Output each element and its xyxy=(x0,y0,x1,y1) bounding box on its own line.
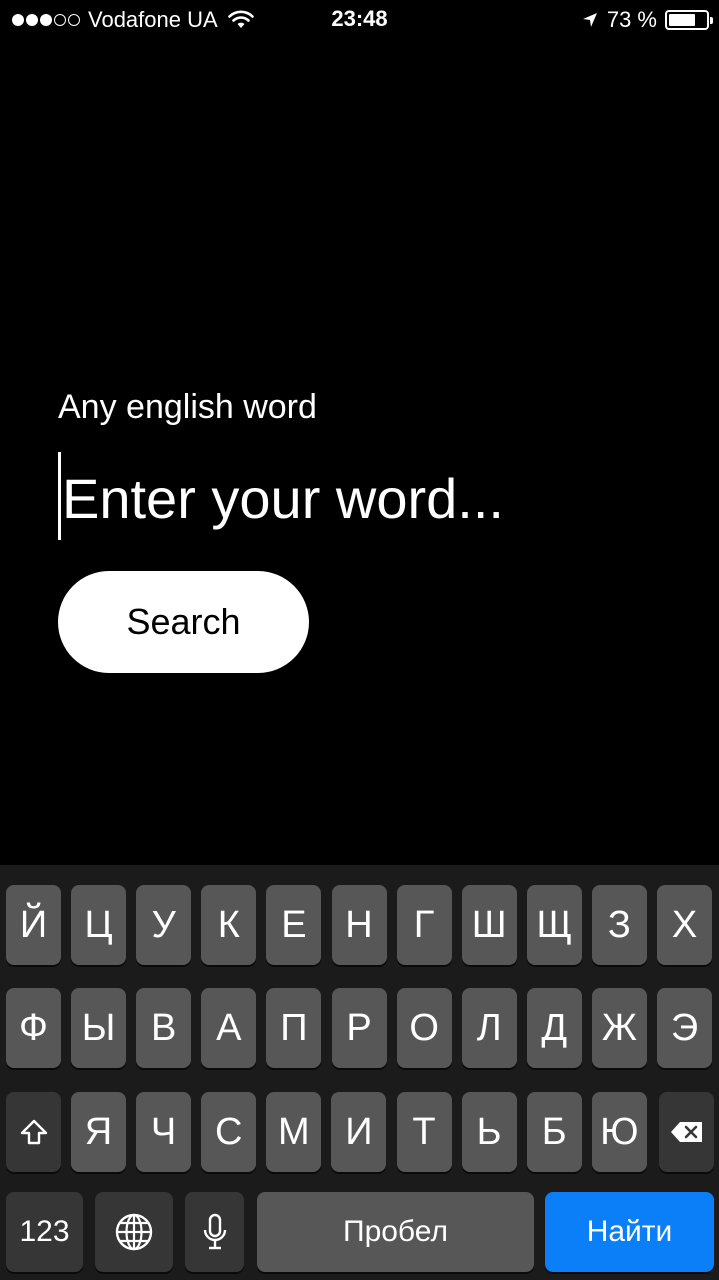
input-label: Any english word xyxy=(58,388,317,426)
key-5[interactable]: П xyxy=(266,988,322,1068)
app-screen: Vodafone UA 23:48 73 % Any english word … xyxy=(0,0,719,1280)
key-1[interactable]: Ф xyxy=(6,988,61,1068)
key-11[interactable]: Х xyxy=(657,885,712,965)
key-3[interactable]: В xyxy=(136,988,192,1068)
key-7[interactable]: О xyxy=(396,988,452,1068)
globe-key[interactable] xyxy=(95,1192,173,1272)
key-8[interactable]: Л xyxy=(461,988,517,1068)
key-4[interactable]: А xyxy=(201,988,257,1068)
key-4[interactable]: М xyxy=(266,1092,322,1172)
battery-icon xyxy=(665,10,713,30)
space-key[interactable]: Пробел xyxy=(257,1192,534,1272)
key-5[interactable]: Е xyxy=(266,885,322,965)
location-arrow-icon xyxy=(582,13,597,27)
key-4[interactable]: К xyxy=(201,885,257,965)
key-9[interactable]: Д xyxy=(526,988,582,1068)
keyboard: 123 Пробел Найти ЙЦУКЕНГШЩЗХ ФЫВАПРОЛДЖЭ Я… xyxy=(0,865,719,1280)
key-3[interactable]: У xyxy=(136,885,192,965)
key-2[interactable]: Ы xyxy=(71,988,127,1068)
microphone-icon xyxy=(203,1213,226,1250)
shift-key[interactable] xyxy=(6,1092,61,1172)
search-return-key[interactable]: Найти xyxy=(545,1192,714,1272)
text-cursor xyxy=(58,452,61,540)
key-7[interactable]: Г xyxy=(396,885,452,965)
search-button[interactable]: Search xyxy=(58,571,309,673)
key-1[interactable]: Я xyxy=(71,1092,126,1172)
globe-icon xyxy=(115,1213,153,1251)
battery-level xyxy=(669,14,696,26)
key-8[interactable]: Б xyxy=(526,1092,582,1172)
key-3[interactable]: С xyxy=(201,1092,257,1172)
word-input-container[interactable] xyxy=(58,452,678,542)
status-right: 73 % xyxy=(581,7,713,33)
key-2[interactable]: Ц xyxy=(71,885,127,965)
key-1[interactable]: Й xyxy=(6,885,61,965)
key-9[interactable]: Щ xyxy=(526,885,582,965)
status-bar: Vodafone UA 23:48 73 % xyxy=(0,0,719,40)
numbers-key[interactable]: 123 xyxy=(6,1192,83,1272)
word-input[interactable] xyxy=(62,460,672,536)
key-7[interactable]: Ь xyxy=(461,1092,517,1172)
key-2[interactable]: Ч xyxy=(136,1092,192,1172)
key-6[interactable]: Н xyxy=(331,885,387,965)
key-10[interactable]: З xyxy=(591,885,647,965)
key-8[interactable]: Ш xyxy=(461,885,517,965)
backspace-key[interactable] xyxy=(659,1092,714,1172)
backspace-icon xyxy=(670,1122,702,1142)
shift-icon xyxy=(20,1119,47,1145)
battery-percent: 73 % xyxy=(606,7,657,32)
dictation-key[interactable] xyxy=(185,1192,244,1272)
key-5[interactable]: И xyxy=(331,1092,387,1172)
key-10[interactable]: Ж xyxy=(591,988,647,1068)
key-6[interactable]: Т xyxy=(396,1092,452,1172)
key-11[interactable]: Э xyxy=(657,988,712,1068)
key-6[interactable]: Р xyxy=(331,988,387,1068)
key-9[interactable]: Ю xyxy=(591,1092,647,1172)
